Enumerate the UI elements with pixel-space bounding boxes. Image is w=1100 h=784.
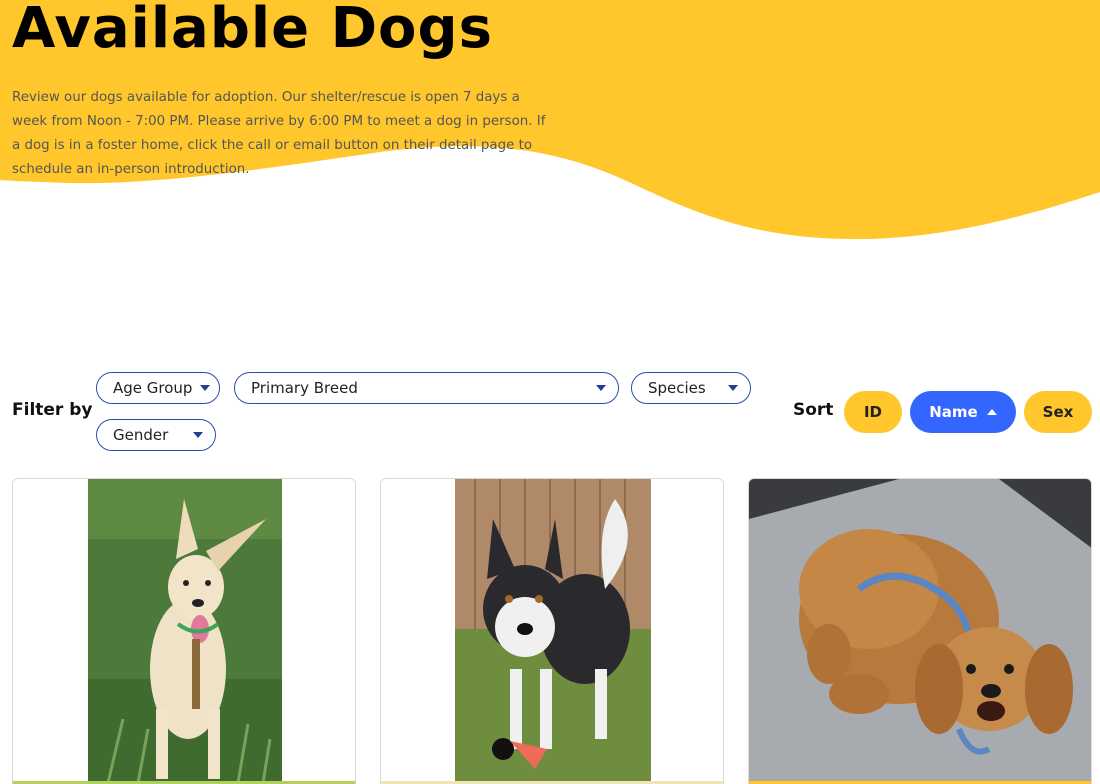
sort-name-label: Name: [929, 403, 978, 421]
age-group-select-label: Age Group: [113, 379, 193, 397]
primary-breed-select[interactable]: Primary Breed: [234, 372, 619, 404]
dog-photo: [88, 479, 282, 783]
chevron-down-icon: [200, 385, 211, 391]
page-description: Review our dogs available for adoption. …: [12, 90, 546, 177]
primary-breed-select-label: Primary Breed: [251, 379, 358, 397]
chevron-down-icon: [596, 385, 606, 391]
chevron-down-icon: [193, 432, 203, 438]
dog-photo: [749, 479, 1091, 784]
sort-sex-button[interactable]: Sex: [1024, 391, 1092, 433]
species-select[interactable]: Species: [631, 372, 751, 404]
chevron-down-icon: [728, 385, 738, 391]
filter-by-label: Filter by: [12, 400, 93, 420]
dog-card[interactable]: [748, 478, 1092, 784]
dog-photo: [455, 479, 651, 783]
page-title: Available Dogs: [12, 0, 493, 61]
dog-card[interactable]: [12, 478, 356, 784]
sort-ascending-icon: [986, 409, 997, 415]
gender-select-label: Gender: [113, 426, 169, 444]
gender-select[interactable]: Gender: [96, 419, 216, 451]
dog-card[interactable]: [380, 478, 724, 784]
available-dogs-page: Available Dogs Review our dogs available…: [0, 0, 1100, 784]
sort-label: Sort: [793, 400, 834, 420]
species-select-label: Species: [648, 379, 706, 397]
sort-id-button[interactable]: ID: [844, 391, 902, 433]
age-group-select[interactable]: Age Group: [96, 372, 220, 404]
sort-sex-label: Sex: [1042, 403, 1074, 421]
sort-id-label: ID: [863, 403, 883, 421]
sort-name-button[interactable]: Name: [910, 391, 1016, 433]
